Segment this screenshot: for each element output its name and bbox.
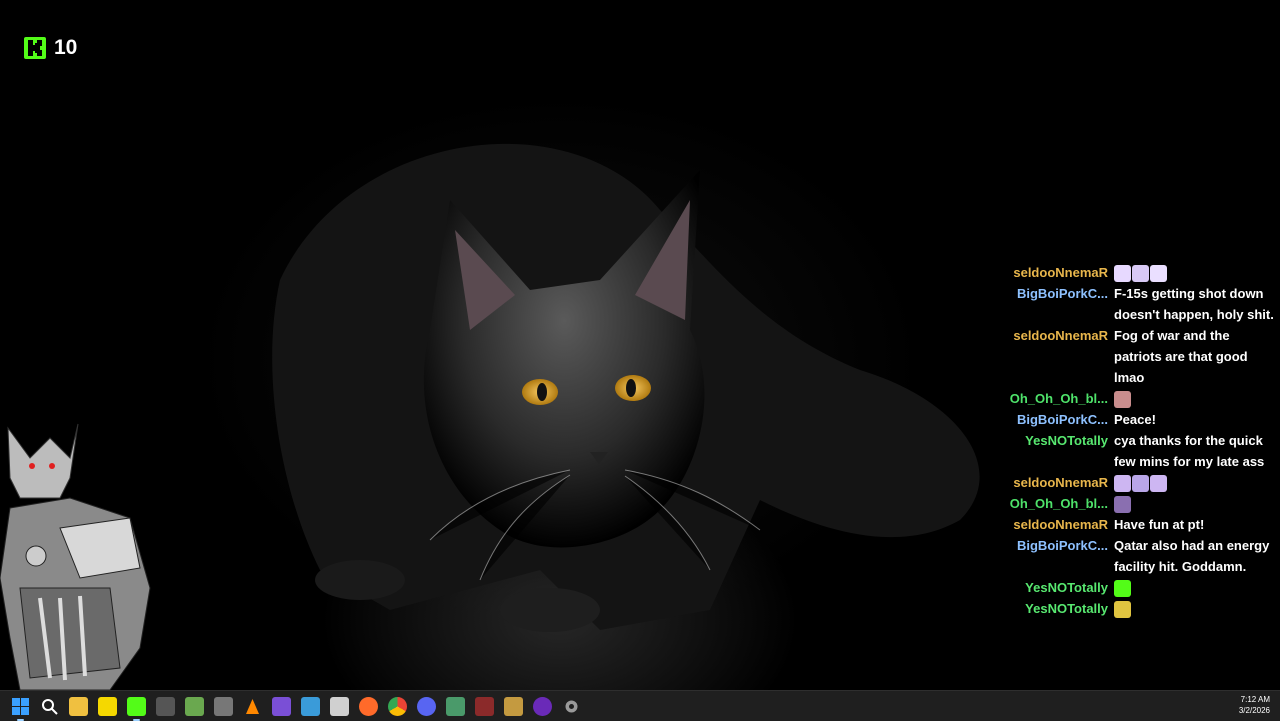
media-app-icon[interactable] <box>475 696 494 716</box>
chat-emote-icon <box>1114 265 1131 283</box>
chat-message-text: Qatar also had an energy facility hit. G… <box>1114 538 1270 574</box>
chat-emote-icon <box>1150 265 1167 283</box>
sticky-notes-icon[interactable] <box>98 696 117 716</box>
chat-username[interactable]: seldooNnemaR <box>1000 472 1114 493</box>
vlc-icon[interactable] <box>243 697 262 716</box>
chat-text: Qatar also had an energy facility hit. G… <box>1114 535 1276 577</box>
chat-text <box>1114 598 1276 619</box>
chat-message: YesNOTotally <box>1000 598 1276 619</box>
chat-overlay: seldooNnemaR BigBoiPorkC... F-15s getting … <box>1000 262 1276 619</box>
taskbar-icons <box>0 696 581 721</box>
chat-username[interactable]: BigBoiPorkC... <box>1000 409 1114 430</box>
chat-username[interactable]: seldooNnemaR <box>1000 514 1114 535</box>
chat-username[interactable]: YesNOTotally <box>1000 598 1114 619</box>
taskbar: 7:12 AM 3/2/2026 <box>0 690 1280 721</box>
clock-date: 3/2/2026 <box>1238 706 1270 715</box>
discord-icon[interactable] <box>417 696 436 716</box>
chat-message: seldooNnemaR Have fun at pt! <box>1000 514 1276 535</box>
tools-app-icon[interactable] <box>272 696 291 716</box>
layers-app-icon[interactable] <box>185 696 204 716</box>
chat-emote-icon <box>1114 580 1131 598</box>
chat-message: BigBoiPorkC... Qatar also had an energy f… <box>1000 535 1276 577</box>
chat-message: Oh_Oh_Oh_bl... <box>1000 493 1276 514</box>
kick-app-icon[interactable] <box>127 696 146 721</box>
file-explorer-icon[interactable] <box>69 696 88 716</box>
browser-app-icon[interactable] <box>446 696 465 716</box>
chat-message: YesNOTotally <box>1000 577 1276 598</box>
chat-username[interactable]: seldooNnemaR <box>1000 262 1114 283</box>
chat-emote-icon <box>1132 475 1149 493</box>
chat-message: seldooNnemaR Fog of war and the patriots … <box>1000 325 1276 388</box>
chat-message-text: Peace! <box>1114 412 1156 427</box>
chat-emote-icon <box>1132 265 1149 283</box>
viewer-count-overlay: 10 <box>24 34 77 62</box>
chat-message: BigBoiPorkC... F-15s getting shot down do… <box>1000 283 1276 325</box>
black-cat-image <box>272 143 980 632</box>
chat-emote-icon <box>1114 496 1131 514</box>
chat-message-text: F-15s getting shot down doesn't happen, … <box>1114 286 1274 322</box>
chat-message-text: Fog of war and the patriots are that goo… <box>1114 328 1248 385</box>
chat-text: Have fun at pt! <box>1114 514 1276 535</box>
chat-emote-icon <box>1114 601 1131 619</box>
chat-text <box>1114 262 1276 283</box>
chat-text: cya thanks for the quick few mins for my… <box>1114 430 1276 472</box>
timer-app-icon[interactable] <box>214 696 233 716</box>
chat-text: F-15s getting shot down doesn't happen, … <box>1114 283 1276 325</box>
search-icon[interactable] <box>40 697 59 716</box>
chat-message: Oh_Oh_Oh_bl... <box>1000 388 1276 409</box>
chat-text <box>1114 577 1276 598</box>
clock-time: 7:12 AM <box>1240 695 1270 704</box>
chat-username[interactable]: Oh_Oh_Oh_bl... <box>1000 388 1114 409</box>
chat-username[interactable]: BigBoiPorkC... <box>1000 283 1114 325</box>
chat-username[interactable]: seldooNnemaR <box>1000 325 1114 388</box>
chat-text <box>1114 472 1276 493</box>
chat-username[interactable]: YesNOTotally <box>1000 430 1114 472</box>
chrome-icon[interactable] <box>388 696 407 716</box>
chat-emote-icon <box>1114 475 1131 493</box>
chat-message: seldooNnemaR <box>1000 472 1276 493</box>
chat-text: Peace! <box>1114 409 1276 430</box>
start-icon[interactable] <box>11 697 30 721</box>
wrench-app-icon[interactable] <box>301 696 320 716</box>
chat-message: BigBoiPorkC... Peace! <box>1000 409 1276 430</box>
kick-logo-icon <box>24 37 46 59</box>
chat-username[interactable]: YesNOTotally <box>1000 577 1114 598</box>
chat-message-text: cya thanks for the quick few mins for my… <box>1114 433 1265 469</box>
chat-emote-icon <box>1150 475 1167 493</box>
chat-text <box>1114 388 1276 409</box>
clock-app-icon[interactable] <box>156 696 175 716</box>
chat-message-text: Have fun at pt! <box>1114 517 1205 532</box>
system-clock[interactable]: 7:12 AM 3/2/2026 <box>1239 694 1270 716</box>
chat-text <box>1114 493 1276 514</box>
chat-message: YesNOTotally cya thanks for the quick few… <box>1000 430 1276 472</box>
firefox-icon[interactable] <box>359 696 378 716</box>
viewer-count: 10 <box>54 36 78 59</box>
document-app-icon[interactable] <box>330 696 349 716</box>
settings-icon[interactable] <box>562 697 581 716</box>
chat-message: seldooNnemaR <box>1000 262 1276 283</box>
game-app-icon[interactable] <box>504 696 523 716</box>
armored-warrior-avatar-image <box>0 423 151 690</box>
chat-username[interactable]: Oh_Oh_Oh_bl... <box>1000 493 1114 514</box>
chat-emote-icon <box>1114 391 1131 409</box>
obs-icon[interactable] <box>533 696 552 716</box>
chat-text: Fog of war and the patriots are that goo… <box>1114 325 1276 388</box>
chat-username[interactable]: BigBoiPorkC... <box>1000 535 1114 577</box>
